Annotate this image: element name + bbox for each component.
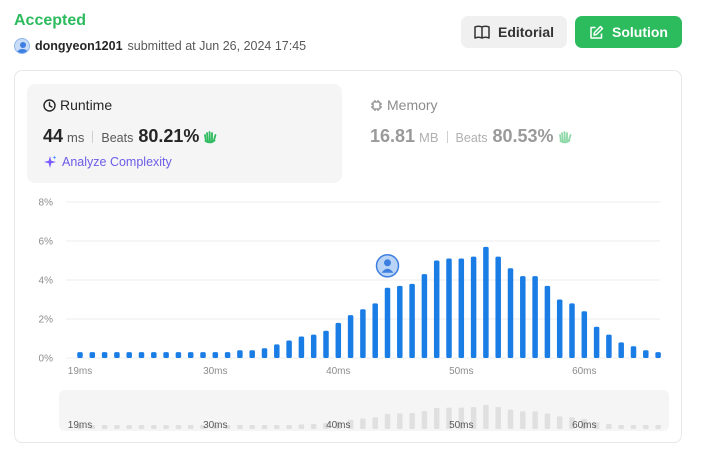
user-position-marker[interactable] [375,254,400,278]
histogram-bar[interactable] [433,260,440,359]
histogram-bar[interactable] [175,352,182,358]
navigator-tick-label: 50ms [449,420,473,431]
histogram-bar[interactable] [126,352,132,358]
histogram-bar[interactable] [495,256,501,358]
histogram-bar[interactable] [163,352,169,358]
navigator-bar [298,424,305,429]
navigator-bar [630,425,637,429]
histogram-bar[interactable] [556,299,563,359]
navigator-bar [372,417,378,429]
histogram-bar[interactable] [532,276,538,358]
histogram-bar[interactable] [335,322,342,358]
histogram-bar[interactable] [446,258,452,358]
navigator-bar [310,423,317,429]
histogram-bar[interactable] [138,352,145,358]
x-tick-label: 19ms [68,366,92,377]
navigator-bar [520,411,526,429]
navigator-tick-label: 40ms [326,420,350,431]
navigator-bar [261,425,268,429]
histogram-bar[interactable] [606,334,612,358]
histogram-bar[interactable] [569,303,575,358]
histogram-bar[interactable] [224,352,231,358]
navigator-bar [495,407,501,429]
x-tick-label: 40ms [326,366,350,377]
navigator-bar [643,425,649,429]
histogram-bar[interactable] [286,340,292,358]
histogram-bar[interactable] [347,315,354,358]
histogram-bar[interactable] [421,274,428,358]
navigator-bar [556,416,563,429]
histogram-bar[interactable] [618,342,624,358]
histogram-bar[interactable] [458,258,465,358]
navigator-bar [544,413,551,429]
histogram-bar[interactable] [274,344,280,358]
navigator-bar [138,425,145,429]
histogram-bar[interactable] [655,352,661,358]
navigator-bar [397,413,403,429]
navigator-bar [421,410,428,429]
histogram-bar[interactable] [630,346,637,358]
navigator-tick-label: 60ms [572,420,596,431]
histogram-bar[interactable] [101,352,108,358]
histogram-bar[interactable] [384,287,391,358]
navigator-bar [483,405,489,429]
y-tick-label: 6% [39,237,54,248]
x-tick-label: 30ms [203,366,227,377]
histogram-bar[interactable] [89,352,96,358]
navigator-tick-label: 30ms [203,420,227,431]
histogram-bar[interactable] [114,352,120,358]
histogram-bar[interactable] [187,352,194,358]
runtime-distribution-chart[interactable]: 0% 2% 4% 6% 8% 19ms 30ms 40ms 50ms 60ms 19ms 30ms 4… [0,0,713,455]
histogram-bar[interactable] [520,276,526,358]
histogram-bar[interactable] [200,352,206,358]
histogram-bar[interactable] [643,350,649,358]
navigator-bar [126,425,132,429]
histogram-bar[interactable] [581,311,588,358]
histogram-bar[interactable] [249,350,255,358]
navigator-bar [187,425,194,429]
navigator-bar [409,413,415,429]
histogram-bar[interactable] [261,348,268,358]
histogram-bar[interactable] [212,352,219,358]
histogram-bar[interactable] [483,246,489,358]
histogram-bar[interactable] [151,352,157,358]
histogram-bar[interactable] [237,350,243,358]
navigator-bar [237,425,243,429]
navigator-bar [433,408,440,429]
histogram-bar[interactable] [360,309,366,358]
y-tick-label: 8% [39,198,54,209]
x-tick-label: 50ms [449,366,473,377]
navigator-bar [384,413,391,429]
histogram-bar[interactable] [544,285,551,358]
histogram-bar[interactable] [470,256,477,358]
navigator-bar [360,418,366,429]
histogram-bar[interactable] [298,336,305,358]
histogram-bar[interactable] [507,268,514,358]
navigator-bar [175,425,182,429]
navigator-tick-label: 19ms [68,420,92,431]
histogram-bar[interactable] [372,303,378,358]
histogram-bar[interactable] [409,283,415,358]
histogram-bar[interactable] [77,352,83,358]
navigator-bar [532,411,538,429]
navigator-bar [249,425,255,429]
y-tick-label: 2% [39,315,54,326]
navigator-bar [114,425,120,429]
navigator-bar [507,409,514,429]
navigator-bar [163,425,169,429]
navigator-bar [274,425,280,429]
navigator-bar [286,425,292,429]
histogram-bar[interactable] [593,326,600,358]
histogram-bar[interactable] [323,330,329,358]
navigator-bar [101,425,108,429]
navigator-bar [655,425,661,429]
histogram-bar[interactable] [310,334,317,358]
y-tick-label: 0% [39,354,54,365]
x-tick-label: 60ms [572,366,596,377]
y-tick-label: 4% [39,276,54,287]
histogram-bar[interactable] [397,285,403,358]
navigator-bar [618,425,624,429]
navigator-bar [151,425,157,429]
navigator-bar [606,423,612,429]
